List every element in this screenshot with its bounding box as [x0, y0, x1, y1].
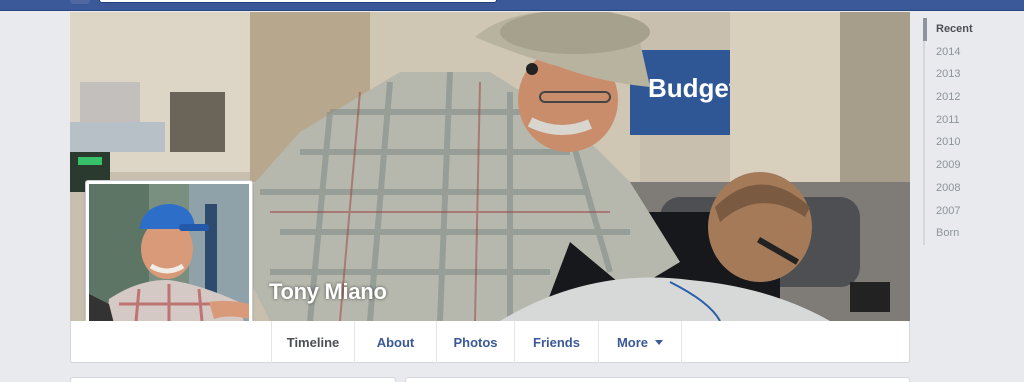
chevron-down-icon	[655, 339, 664, 345]
scrubber-item-2011[interactable]: 2011	[923, 108, 1003, 132]
tab-timeline-label: Timeline	[286, 334, 340, 350]
right-column-card	[405, 377, 910, 382]
tab-friends[interactable]: Friends	[514, 321, 598, 363]
tab-photos[interactable]: Photos	[436, 321, 514, 363]
scrubber-item-2013[interactable]: 2013	[923, 63, 1003, 87]
scrubber-item-2012[interactable]: 2012	[923, 86, 1003, 109]
scrubber-item-2010[interactable]: 2010	[923, 131, 1003, 155]
scrubber-item-born[interactable]: Born	[923, 222, 1003, 245]
tab-about-label: About	[376, 334, 415, 350]
scrubber-item-2008[interactable]: 2008	[923, 176, 1003, 200]
tab-more[interactable]: More	[598, 321, 682, 363]
search-input[interactable]	[99, 0, 497, 3]
top-bar	[0, 0, 1024, 11]
facebook-logo-icon[interactable]	[70, 0, 90, 4]
cover-sign-text: Budget	[648, 73, 738, 103]
scrubber-item-2014[interactable]: 2014	[923, 40, 1003, 64]
left-column-card	[70, 377, 396, 382]
tab-about[interactable]: About	[354, 321, 436, 363]
tab-more-label: More	[616, 334, 649, 350]
tab-friends-label: Friends	[533, 334, 580, 350]
tab-photos-label: Photos	[453, 334, 498, 350]
tab-timeline[interactable]: Timeline	[271, 321, 354, 363]
scrubber-item-2007[interactable]: 2007	[923, 199, 1003, 223]
profile-nav-bar: Timeline About Photos Friends More	[70, 321, 910, 363]
scrubber-item-2009[interactable]: 2009	[923, 154, 1003, 177]
profile-name[interactable]: Tony Miano	[269, 279, 387, 305]
scrubber-item-recent[interactable]: Recent	[923, 18, 1003, 41]
timeline-scrubber: Recent 2014 2013 2012 2011 2010 2009 200…	[923, 18, 1003, 245]
